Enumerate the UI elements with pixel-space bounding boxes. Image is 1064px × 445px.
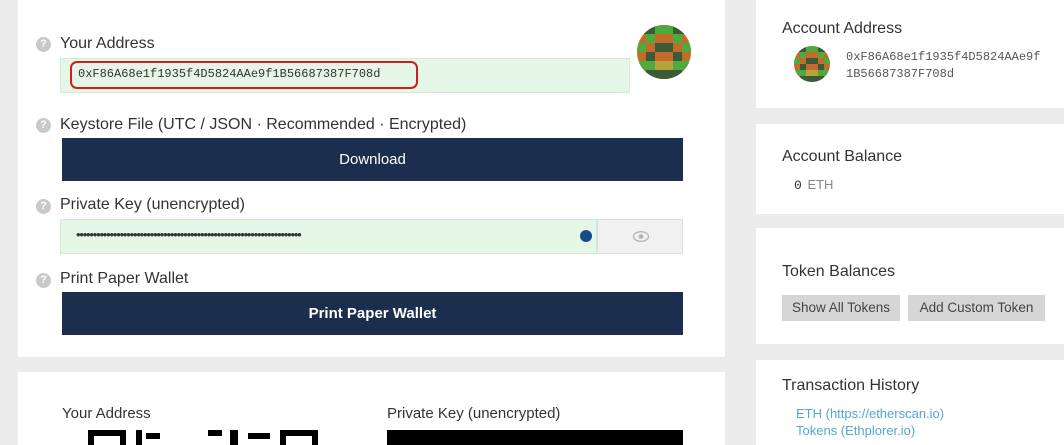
print-paper-wallet-button[interactable]: Print Paper Wallet [62,292,683,335]
show-all-tokens-button[interactable]: Show All Tokens [782,295,900,321]
wallet-details-panel: ? Your Address 0xF86A68e1f1935f4D5824AAe… [18,0,725,357]
account-balance-card: Account Balance 0 ETH [756,124,1064,214]
address-value[interactable]: 0xF86A68e1f1935f4D5824AAe9f1B56687387F70… [78,67,380,81]
help-icon[interactable]: ? [36,199,51,214]
paper-private-key-label: Private Key (unencrypted) [387,405,561,422]
paper-address-label: Your Address [62,405,151,422]
transaction-history-card: Transaction History ETH (https://ethersc… [756,360,1064,445]
print-paper-wallet-label: Print Paper Wallet [60,270,189,287]
account-address-card: Account Address 0xF86A68e1f1935f4D5824AA… [756,0,1064,108]
keystore-label: Keystore File (UTC / JSON · Recommended … [60,116,467,133]
ethplorer-link[interactable]: Tokens (Ethplorer.io) [796,423,915,438]
your-address-label: Your Address [60,35,155,52]
private-key-masked: ••••••••••••••••••••••••••••••••••••••••… [76,227,302,242]
balance-amount: 0 [794,178,802,193]
account-address-title: Account Address [782,20,903,37]
token-balances-card: Token Balances Show All Tokens Add Custo… [756,228,1064,344]
account-balance-title: Account Balance [782,148,903,165]
account-address-line-1[interactable]: 0xF86A68e1f1935f4D5824AAe9f [846,50,1040,64]
help-icon[interactable]: ? [36,37,51,52]
help-icon[interactable]: ? [36,273,51,288]
add-custom-token-button[interactable]: Add Custom Token [908,295,1045,321]
eye-icon [633,231,649,242]
token-balances-title: Token Balances [782,263,895,280]
lock-badge-icon [580,230,592,242]
account-balance-value: 0 ETH [794,177,833,193]
toggle-visibility-button[interactable] [597,219,683,254]
address-qr-code [88,430,348,445]
account-address-line-2[interactable]: 1B56687387F708d [846,67,954,81]
identicon-avatar [637,25,691,79]
private-key-qr-code [387,430,683,445]
help-icon[interactable]: ? [36,118,51,133]
balance-unit: ETH [807,177,834,192]
identicon-avatar [794,46,830,82]
transaction-history-title: Transaction History [782,377,920,394]
paper-wallet-preview: Your Address Private Key (unencrypted) [18,372,725,445]
private-key-label: Private Key (unencrypted) [60,196,245,213]
download-button[interactable]: Download [62,138,683,181]
etherscan-link[interactable]: ETH (https://etherscan.io) [796,406,944,421]
